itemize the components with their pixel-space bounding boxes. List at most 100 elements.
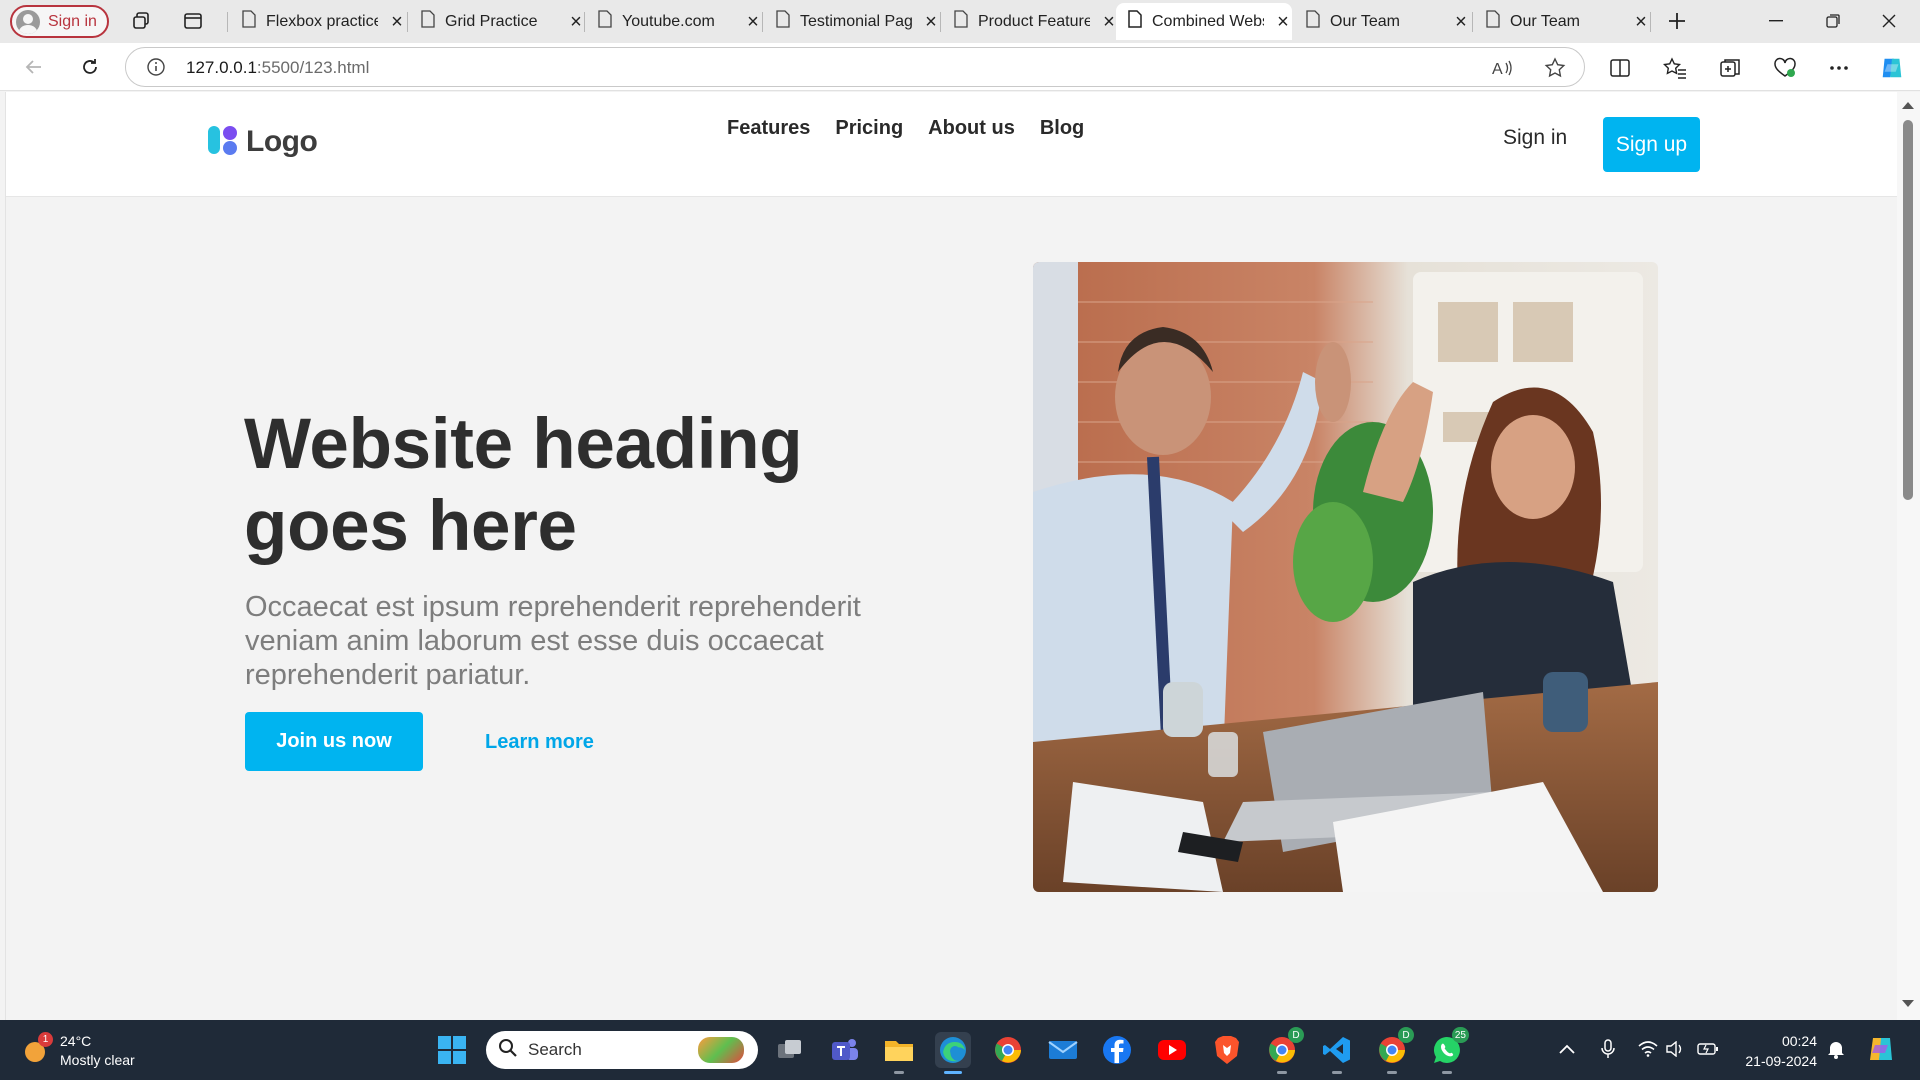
weather-text: 24°C Mostly clear	[60, 1032, 135, 1070]
tab-testimonial-page[interactable]: Testimonial Page ×	[764, 3, 940, 40]
site-logo[interactable]: Logo	[206, 122, 318, 161]
favorite-star-icon[interactable]	[1543, 56, 1567, 80]
close-icon[interactable]: ×	[567, 12, 585, 32]
site-info-icon[interactable]	[146, 57, 166, 82]
page-icon	[242, 10, 256, 33]
profile-sign-in-button[interactable]: Sign in	[10, 5, 109, 38]
page-icon	[598, 10, 612, 33]
tab-grid-practice[interactable]: Grid Practice ×	[409, 3, 585, 40]
search-highlight-icon	[698, 1037, 744, 1063]
workspaces-icon[interactable]	[129, 9, 153, 33]
page-scrollbar[interactable]	[1897, 92, 1920, 1020]
logo-mark-icon	[206, 122, 240, 161]
tab-flexbox-practice[interactable]: Flexbox practice ×	[230, 3, 406, 40]
tab-our-team-2[interactable]: Our Team ×	[1474, 3, 1650, 40]
profile-badge: D	[1288, 1027, 1304, 1043]
tab-our-team[interactable]: Our Team ×	[1294, 3, 1470, 40]
tab-title: Flexbox practice	[266, 12, 378, 30]
active-indicator	[944, 1071, 962, 1074]
microphone-icon[interactable]	[1597, 1038, 1619, 1060]
profile-badge: D	[1398, 1027, 1414, 1043]
page-icon	[1128, 10, 1142, 33]
svg-text:A: A	[1492, 61, 1503, 78]
split-screen-icon[interactable]	[1607, 55, 1633, 81]
weather-badge: 1	[38, 1032, 53, 1047]
refresh-icon[interactable]	[77, 54, 103, 80]
nav-blog[interactable]: Blog	[1040, 117, 1084, 140]
close-window-icon[interactable]	[1866, 6, 1912, 36]
scroll-down-icon[interactable]	[1902, 1000, 1914, 1007]
brave-icon[interactable]	[1209, 1032, 1245, 1068]
vertical-tabs-icon[interactable]	[181, 9, 205, 33]
teams-icon[interactable]	[827, 1032, 863, 1068]
profile-label: Sign in	[48, 12, 97, 30]
site-header: Logo Features Pricing About us Blog Sign…	[6, 92, 1897, 197]
tab-combined-website[interactable]: Combined Website ×	[1116, 3, 1292, 40]
chevron-up-icon[interactable]	[1556, 1038, 1578, 1060]
nav-features[interactable]: Features	[727, 117, 810, 140]
youtube-icon[interactable]	[1154, 1032, 1190, 1068]
nav-about-us[interactable]: About us	[928, 117, 1015, 140]
battery-icon[interactable]	[1697, 1038, 1719, 1060]
minimize-icon[interactable]	[1753, 6, 1799, 36]
favorites-icon[interactable]	[1662, 55, 1688, 81]
read-aloud-icon[interactable]: A	[1490, 56, 1514, 80]
tab-title: Youtube.com	[622, 12, 715, 30]
join-us-button[interactable]: Join us now	[245, 712, 423, 771]
scroll-thumb[interactable]	[1903, 120, 1913, 500]
weather-widget[interactable]: 1 24°C Mostly clear	[22, 1032, 135, 1070]
search-placeholder: Search	[528, 1040, 582, 1059]
start-button[interactable]	[434, 1032, 470, 1068]
close-icon[interactable]: ×	[744, 12, 762, 32]
close-icon[interactable]: ×	[922, 12, 940, 32]
address-bar[interactable]: 127.0.0.1:5500/123.html A	[125, 47, 1585, 87]
tab-youtube[interactable]: Youtube.com ×	[586, 3, 762, 40]
running-indicator	[1387, 1071, 1397, 1074]
system-clock[interactable]: 00:24 21-09-2024	[1735, 1031, 1817, 1071]
copilot-taskbar-icon[interactable]	[1866, 1034, 1896, 1064]
file-explorer-icon[interactable]	[881, 1032, 917, 1074]
copilot-icon[interactable]	[1879, 55, 1905, 81]
page-viewport: Logo Features Pricing About us Blog Sign…	[5, 92, 1897, 1020]
back-arrow-icon[interactable]	[21, 54, 47, 80]
more-options-icon[interactable]	[1826, 55, 1852, 81]
tab-title: Our Team	[1330, 12, 1400, 30]
wifi-icon[interactable]	[1637, 1038, 1659, 1060]
nav-pricing[interactable]: Pricing	[835, 117, 903, 140]
hero-subtext: Occaecat est ipsum reprehenderit reprehe…	[245, 591, 861, 691]
tab-title: Combined Website	[1152, 12, 1264, 30]
url-host: 127.0.0.1	[186, 58, 257, 77]
mail-icon[interactable]	[1045, 1032, 1081, 1068]
notification-bell-icon[interactable]	[1825, 1038, 1847, 1060]
whatsapp-icon[interactable]: 25	[1429, 1027, 1469, 1074]
close-icon[interactable]: ×	[388, 12, 406, 32]
browser-essentials-icon[interactable]	[1772, 55, 1798, 81]
collections-icon[interactable]	[1717, 55, 1743, 81]
clock-time: 00:24	[1781, 1033, 1817, 1049]
scroll-up-icon[interactable]	[1902, 102, 1914, 109]
page-icon	[776, 10, 790, 33]
vscode-icon[interactable]	[1319, 1032, 1355, 1074]
running-indicator	[1442, 1071, 1452, 1074]
task-view-icon[interactable]	[772, 1032, 808, 1068]
chrome-profile-2-icon[interactable]: D	[1374, 1027, 1414, 1074]
chrome-icon[interactable]	[990, 1032, 1026, 1068]
taskbar-search[interactable]: Search	[486, 1031, 758, 1069]
close-icon[interactable]: ×	[1452, 12, 1470, 32]
facebook-icon[interactable]	[1099, 1032, 1135, 1068]
chrome-profile-icon[interactable]: D	[1264, 1027, 1304, 1074]
learn-more-link[interactable]: Learn more	[485, 731, 594, 754]
tab-title: Grid Practice	[445, 12, 538, 30]
url-path: :5500/123.html	[256, 58, 370, 77]
restore-icon[interactable]	[1810, 6, 1856, 36]
sign-in-link[interactable]: Sign in	[1503, 126, 1567, 150]
tab-title: Product Features	[978, 12, 1090, 30]
tab-product-features[interactable]: Product Features ×	[942, 3, 1118, 40]
edge-icon[interactable]	[935, 1032, 971, 1074]
close-icon[interactable]: ×	[1274, 12, 1292, 32]
close-icon[interactable]: ×	[1632, 12, 1650, 32]
sign-up-button[interactable]: Sign up	[1603, 117, 1700, 172]
url-text: 127.0.0.1:5500/123.html	[186, 58, 369, 78]
volume-icon[interactable]	[1664, 1038, 1686, 1060]
new-tab-icon[interactable]	[1665, 9, 1689, 33]
